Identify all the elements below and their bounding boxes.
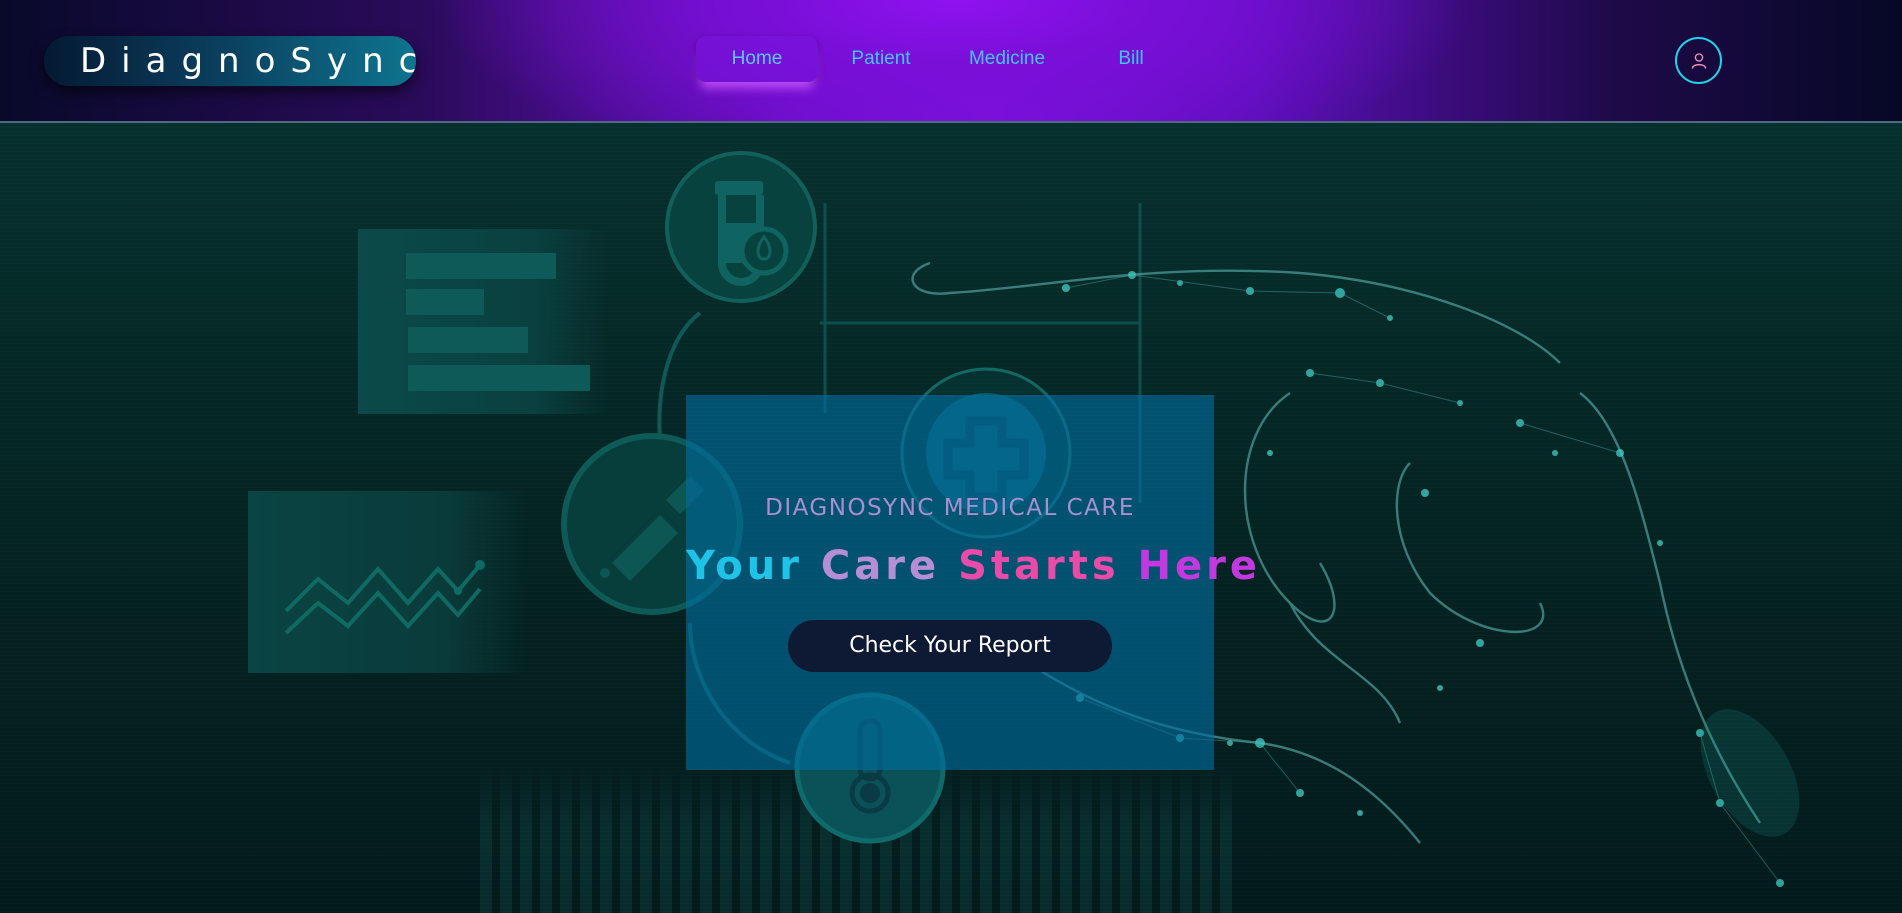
app-logo[interactable]: DiagnoSync [44, 36, 416, 86]
hero-headline: Your Care Starts Here [686, 543, 1257, 589]
test-tube-icon [665, 151, 817, 303]
nav-home[interactable]: Home [696, 36, 818, 82]
check-report-button[interactable]: Check Your Report [788, 620, 1112, 672]
nav-bill[interactable]: Bill [1098, 36, 1164, 82]
headline-word: Here [1137, 543, 1262, 589]
nav-patient[interactable]: Patient [836, 36, 926, 82]
headline-word: Starts [958, 543, 1120, 589]
headline-word: Your [686, 543, 803, 589]
user-icon [1691, 52, 1706, 69]
headline-word: Care [820, 543, 941, 589]
hero-card: DIAGNOSYNC MEDICAL CARE Your Care Starts… [686, 395, 1257, 770]
nav-medicine[interactable]: Medicine [950, 36, 1064, 82]
hero-subtitle: DIAGNOSYNC MEDICAL CARE [765, 495, 1135, 521]
top-navbar: DiagnoSync Home Patient Medicine Bill [0, 0, 1902, 123]
profile-button[interactable] [1675, 37, 1722, 84]
